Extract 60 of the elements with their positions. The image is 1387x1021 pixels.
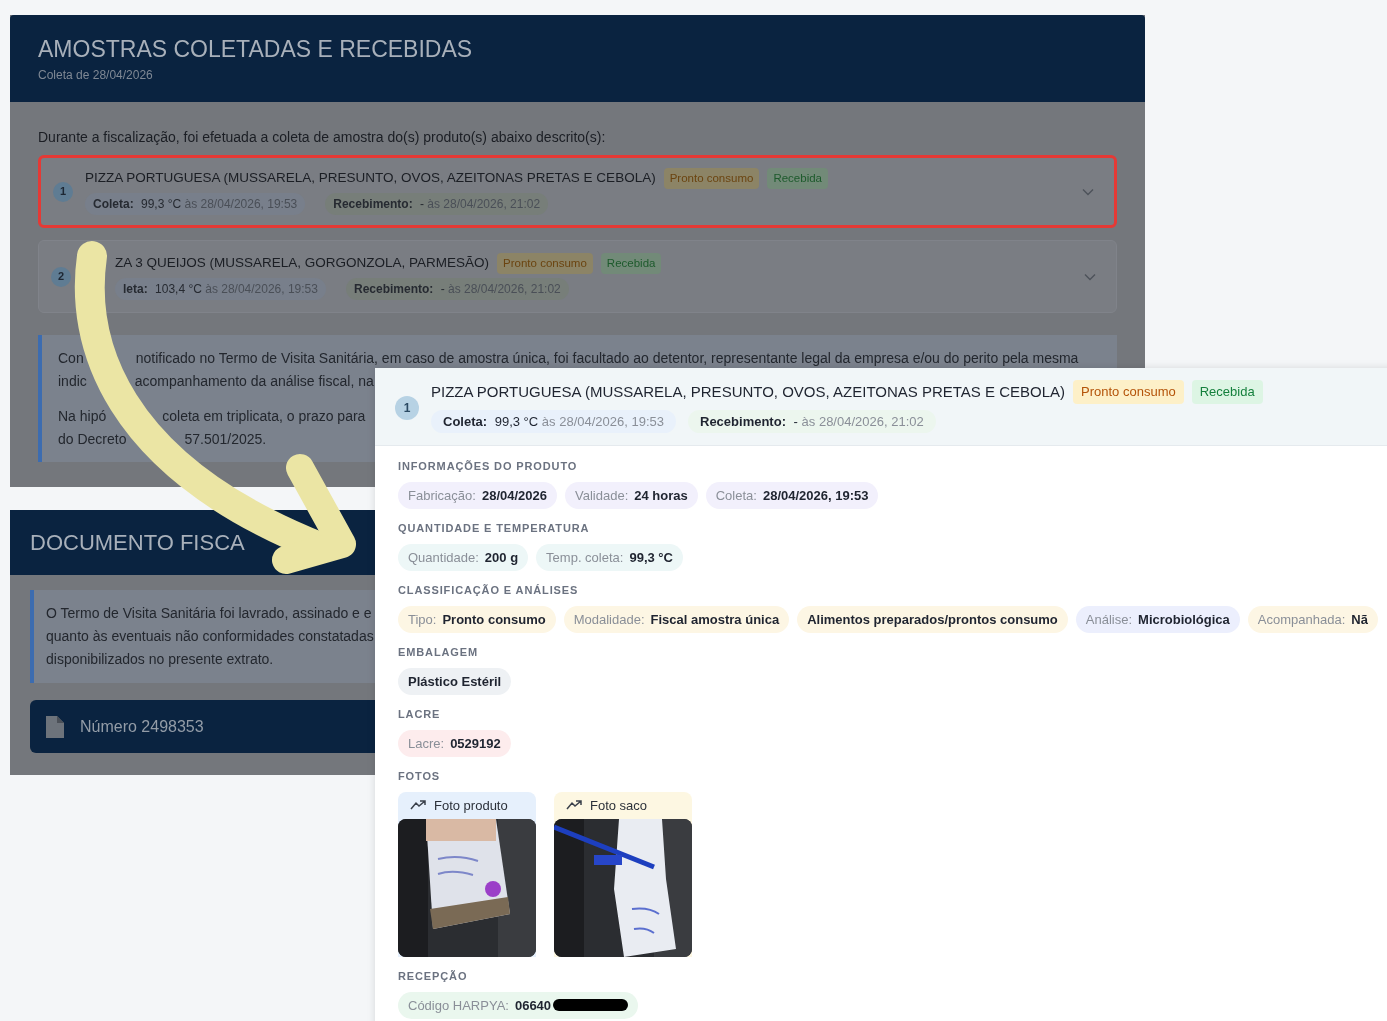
section-heading: RECEPÇÃO — [398, 969, 469, 984]
tag: Pronto consumo — [663, 167, 760, 190]
note-text: O Termo de Visita Sanitária foi lavrado, assinado e e — [46, 604, 372, 623]
note-text: quanto às eventuais não conformidades constatadas — [46, 627, 374, 646]
tag: Recebida — [600, 252, 662, 275]
note-text: indic — [58, 372, 87, 391]
info-chip: Coleta: 28/04/2026, 19:53 — [705, 481, 879, 509]
trend-icon — [410, 800, 426, 811]
note-text: acompanhamento da análise fiscal, na — [134, 372, 374, 391]
info-chip: Plástico Estéril — [398, 667, 512, 695]
sample-name: PIZZA PORTUGUESA (MUSSARELA, PRESUNTO, OVOS, AZEITONAS PRETAS E CEBOLA) — [431, 381, 1066, 402]
document-button[interactable]: Número 2498353 — [30, 700, 375, 753]
info-chip: Tipo: Pronto consumo — [398, 605, 556, 633]
info-chip: Modalidade: Fiscal amostra única — [563, 605, 790, 633]
section-title: DOCUMENTO FISCA — [30, 529, 245, 557]
info-chip: Código HARPYA: 06640 — [398, 991, 639, 1019]
sample-name: PIZZA PORTUGUESA (MUSSARELA, PRESUNTO, OVOS, AZEITONAS PRETAS E CEBOLA) — [85, 169, 656, 188]
trend-icon — [566, 800, 582, 811]
chevron-down-icon — [1084, 272, 1096, 281]
note-text: coleta em triplicata, o prazo para — [162, 407, 366, 426]
tag: Recebida — [1191, 380, 1263, 404]
note-text: 57.501/2025. — [184, 430, 267, 449]
note-text: Con — [58, 349, 84, 368]
photo-label: Foto produto — [434, 796, 508, 815]
photo-card[interactable]: Foto saco — [554, 791, 692, 957]
section-heading: FOTOS — [398, 769, 442, 784]
sample-header[interactable]: 1 PIZZA PORTUGUESA (MUSSARELA, PRESUNTO, OVOS, AZEITONAS PRETAS E CEBOLA) Pronto consumo Recebida Coleta: 99,3 °C às 28/04/2026, 19:53 Recebimento: - às 28/04/2026, 21:02 — [375, 368, 1387, 446]
tag: Pronto consumo — [497, 252, 593, 275]
photo-label: Foto saco — [590, 796, 648, 815]
note-text: disponibilizados no presente extrato. — [46, 650, 274, 669]
info-chip: Quantidade: 200 g — [398, 543, 529, 571]
info-chip: Temp. coleta: 99,3 °C — [536, 543, 683, 571]
collection-info: Coleta: 99,3 °C às 28/04/2026, 19:53 — [431, 409, 676, 433]
photo-card[interactable]: Foto produto — [398, 791, 536, 957]
intro-text: Durante a fiscalização, foi efetuada a coleta de amostra do(s) produto(s) abaixo descrito(s): — [38, 128, 606, 147]
section-subtitle: Coleta de 28/04/2026 — [38, 66, 154, 83]
section-heading: EMBALAGEM — [398, 645, 480, 660]
info-chip: Análise: Microbiológica — [1075, 605, 1240, 633]
info-chip: Validade: 24 horas — [565, 481, 698, 509]
tag: Pronto consumo — [1073, 380, 1184, 404]
section-heading: INFORMAÇÕES DO PRODUTO — [398, 459, 579, 474]
tag: Recebida — [767, 167, 828, 190]
info-chip: Acompanhada: Nã — [1247, 605, 1378, 633]
sample-number: 2 — [51, 266, 71, 287]
note-text: do Decreto — [58, 430, 127, 449]
chevron-down-icon — [1082, 187, 1094, 196]
section-title: AMOSTRAS COLETADAS E RECEBIDAS — [38, 34, 474, 63]
info-chip: Fabricação: 28/04/2026 — [398, 481, 557, 509]
section-heading: LACRE — [398, 707, 442, 722]
reception-info: Recebimento: - às 28/04/2026, 21:02 — [688, 409, 936, 433]
section-heading: QUANTIDADE E TEMPERATURA — [398, 521, 591, 536]
sample-number: 1 — [395, 396, 419, 420]
note-text: Na hipó — [58, 407, 107, 426]
section-heading: CLASSIFICAÇÃO E ANÁLISES — [398, 583, 580, 598]
info-chip: Alimentos preparados/prontos consumo — [797, 605, 1068, 633]
sample-number: 1 — [53, 181, 73, 202]
sample-name: ZA 3 QUEIJOS (MUSSARELA, GORGONZOLA, PARMESÃO) — [115, 254, 490, 273]
info-chip: Lacre: 0529192 — [398, 729, 511, 757]
note-text: notificado no Termo de Visita Sanitária, em caso de amostra única, foi facultado ao detentor, representante legal da empresa e/ou do perito pela mesma — [135, 349, 1079, 368]
document-icon — [46, 715, 64, 738]
